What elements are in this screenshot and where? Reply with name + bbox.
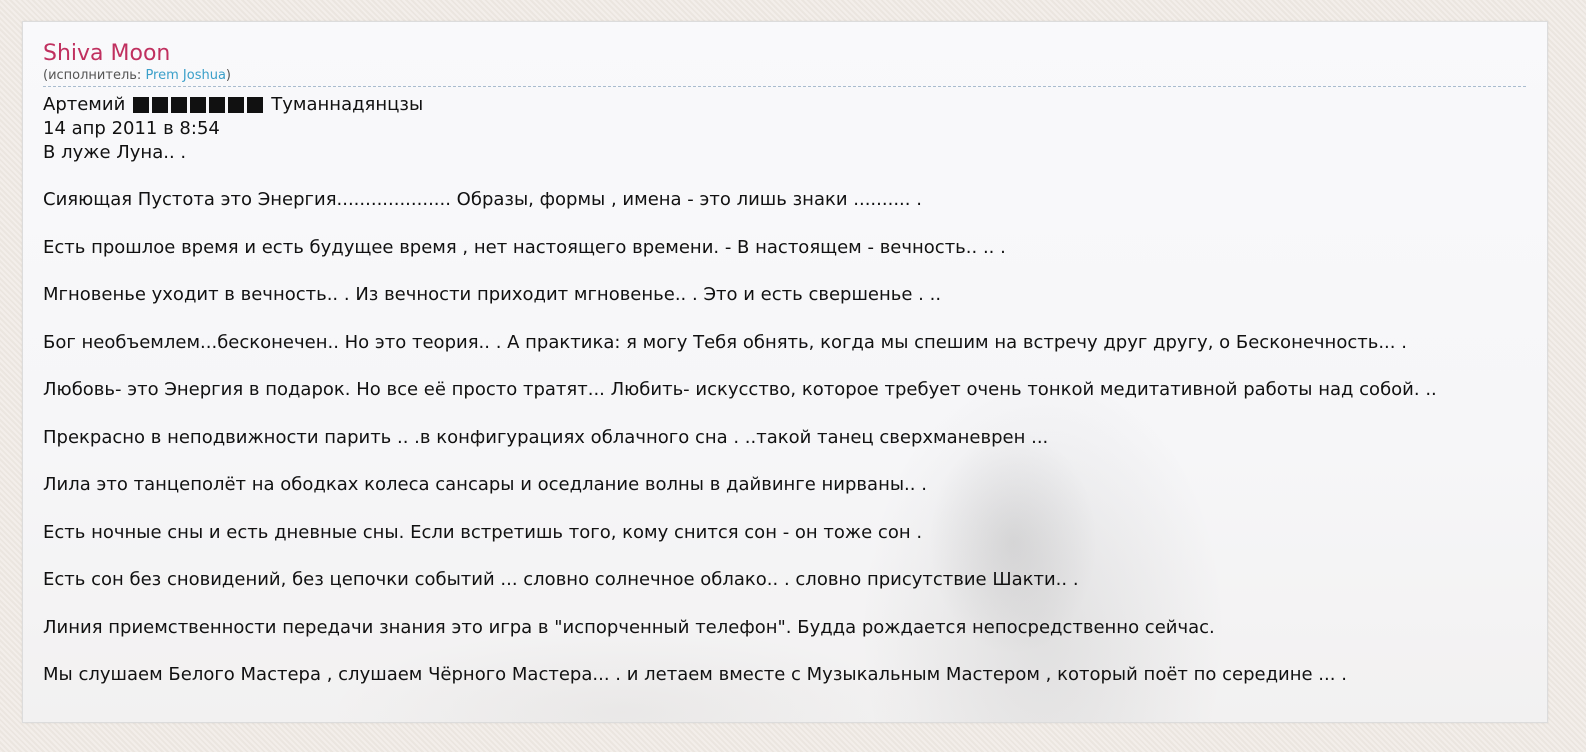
performer-link[interactable]: Prem Joshua <box>145 68 225 83</box>
performer-suffix: ) <box>225 68 231 83</box>
author-first-name[interactable]: Артемий <box>43 93 125 117</box>
text-line: В луже Луна.. . <box>43 142 187 163</box>
post-card: Shiva Moon (исполнитель: Prem Joshua) Ар… <box>22 21 1548 723</box>
text-line: Есть прошлое время и есть будущее время … <box>43 236 1006 258</box>
text-line: Сияющая Пустота это Энергия.............… <box>43 189 922 210</box>
performer-line: (исполнитель: Prem Joshua) <box>43 68 1547 84</box>
author: Артемий Туманнадянцзы <box>43 93 1547 117</box>
post-text: В луже Луна.. . Сияющая Пустота это Энер… <box>43 141 1547 687</box>
performer-prefix: (исполнитель: <box>43 68 146 83</box>
divider <box>43 86 1526 87</box>
post-content: Shiva Moon (исполнитель: Prem Joshua) Ар… <box>43 40 1547 711</box>
author-last-name[interactable]: Туманнадянцзы <box>271 93 423 117</box>
text-line: Есть сон без сновидений, без цепочки соб… <box>43 569 1079 590</box>
text-line: Прекрасно в неподвижности парить .. .в к… <box>43 426 1049 448</box>
text-line: Бог необъемлем...бесконечен.. Но это тео… <box>43 331 1407 353</box>
post-date: 14 апр 2011 в 8:54 <box>43 118 220 139</box>
song-title[interactable]: Shiva Moon <box>43 40 1547 68</box>
text-line: Лила это танцеполёт на ободках колеса са… <box>43 474 927 495</box>
text-line: Есть ночные сны и есть дневные сны. Если… <box>43 521 923 543</box>
redacted-name <box>133 97 264 113</box>
text-line: Мы слушаем Белого Мастера , слушаем Чёрн… <box>43 664 1347 685</box>
text-line: Линия приемственности передачи знания эт… <box>43 616 1215 638</box>
text-line: Любовь- это Энергия в подарок. Но все её… <box>43 379 1437 400</box>
text-line: Мгновенье уходит в вечность.. . Из вечно… <box>43 284 942 305</box>
